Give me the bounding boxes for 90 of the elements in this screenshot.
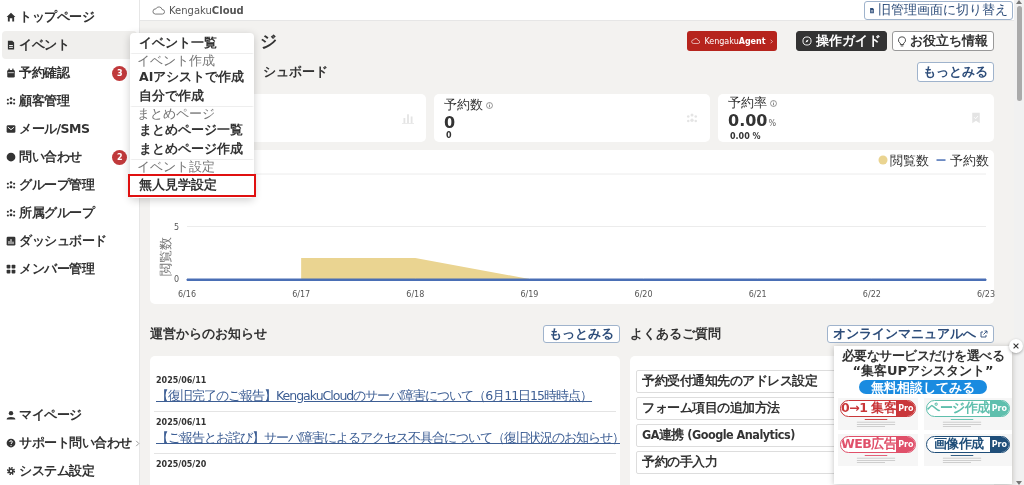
cloud-icon [691,38,701,44]
chevron-right-icon [769,38,773,44]
notice-date: 2025/06/11 [156,418,208,427]
nav-item[interactable]: トップページ [2,3,137,31]
stat-label: 予約数 [444,96,483,114]
nav-item[interactable]: マイページ [2,401,137,429]
menu-group-label: イベント設定 [130,159,254,174]
notice-link[interactable]: 【ご報告とお詫び】サーバ障害によるアクセス不具合について（復旧状況のお知らせ） [156,430,620,447]
bar-chart-icon [6,236,16,246]
axis-tick-label: 6/22 [862,290,881,299]
consult-button[interactable]: 無料相談してみる [859,380,987,394]
nav-item[interactable]: サポート問い合わせ [2,429,137,457]
more-button[interactable]: もっとみる [917,62,994,82]
menu-group-label: イベント作成 [130,53,254,68]
user-icon [6,410,16,420]
stat-sub-value: 0 [446,130,453,140]
info-button[interactable]: お役立ち情報 [892,31,994,51]
menu-item[interactable]: AIアシストで作成 [130,68,254,87]
more-button[interactable]: もっとみる [543,325,620,343]
axis-tick-label: 5 [173,222,179,232]
page-title: ジ [260,29,277,53]
scrollbar[interactable] [1016,0,1022,485]
legend-label: 閲覧数 [890,153,929,168]
mail-icon [6,124,16,134]
calendar-icon [6,68,16,78]
compass-icon [802,36,812,46]
section-heading: よくあるご質問 [630,325,722,343]
document-icon [6,40,16,50]
nav-item[interactable]: メンバー管理 [2,255,137,283]
notice-date: 2025/06/11 [156,376,208,385]
chat-icon [6,152,16,162]
settings-icon [6,466,16,476]
notice-date: 2025/05/20 [156,460,208,469]
axis-tick-label: 6/18 [406,290,425,299]
section-heading: シュボード [263,63,329,81]
legend-label: 予約数 [949,153,989,168]
promo-subtitle: 必要なサービスだけを選べる [841,349,1005,363]
bar-chart-icon [402,112,414,124]
axis-title: 閲覧数 [158,237,173,277]
section-heading: 運営からのお知らせ [150,325,268,343]
close-button[interactable] [1009,339,1023,353]
grid-icon [6,264,16,274]
agent-button[interactable]: KengakuAgent [687,31,777,51]
info-icon [486,101,493,109]
scroll-up-icon [1016,0,1022,4]
axis-tick-label: 6/19 [520,290,539,299]
stat-sub-value: 0.00 % [730,132,762,141]
stat-value: 0 [444,113,457,131]
axis-tick-label: 6/21 [748,290,767,299]
nav-item[interactable]: 所属グループ [2,199,137,227]
stat-value: 0.00% [728,112,778,132]
manual-button[interactable]: オンラインマニュアルへ [827,325,994,343]
logo: KengakuCloud [169,4,244,16]
lightbulb-icon [898,35,906,47]
menu-group-label: まとめページ [130,106,254,121]
menu-item[interactable]: まとめページ一覧 [130,121,254,140]
help-icon [6,438,16,448]
people-icon [6,96,16,106]
count-badge: 2 [112,149,127,165]
stat-label: 予約率 [728,95,767,112]
people-icon [6,208,16,218]
service-pill[interactable]: 0→1 集客 Pro [840,400,917,417]
service-pill[interactable]: WEB広告 Pro [840,436,917,453]
external-link-icon [980,330,988,338]
count-badge: 3 [112,65,127,81]
axis-tick-label: 0 [173,275,179,284]
cloud-icon [152,5,165,15]
legend-swatch [878,155,888,165]
people-icon [686,112,698,124]
notice-link[interactable]: 【復旧完了のご報告】KengakuCloudのサーバ障害について（6月11日15時時点） [156,388,593,405]
menu-item[interactable]: 無人見学設定 [128,174,256,197]
bookmark-icon [970,112,982,124]
document-icon [869,6,875,14]
service-pill[interactable]: 画像作成 Pro [926,436,1010,453]
nav-item[interactable]: ダッシュボード [2,227,137,255]
people-icon [6,180,16,190]
axis-tick-label: 6/23 [977,290,995,299]
scroll-down-icon [1016,481,1022,485]
close-icon [1013,343,1019,349]
nav-item[interactable]: イベント [2,31,137,59]
axis-tick-label: 6/16 [178,290,196,299]
info-icon [770,100,777,107]
menu-item[interactable]: 自分で作成 [130,87,254,106]
nav-item[interactable]: システム設定 [2,457,137,485]
menu-item[interactable]: まとめページ作成 [130,140,254,159]
switch-admin-button[interactable]: 旧管理画面に切り替え [864,0,1013,20]
home-icon [6,12,16,22]
axis-tick-label: 6/20 [634,290,653,299]
axis-tick-label: 6/17 [292,290,311,299]
guide-button[interactable]: 操作ガイド [796,31,887,51]
